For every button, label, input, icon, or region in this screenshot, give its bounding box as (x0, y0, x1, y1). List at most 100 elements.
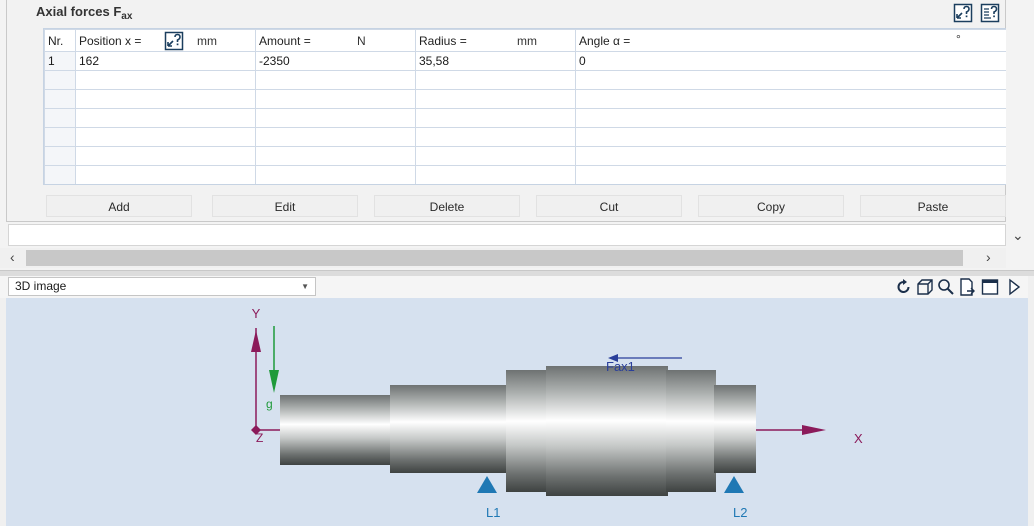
shaft-segment-5[interactable] (666, 370, 716, 492)
empty-cell[interactable] (415, 165, 576, 184)
y-axis-arrow-icon (251, 330, 261, 352)
position-unit: mm (197, 34, 217, 48)
radius-unit: mm (517, 34, 537, 48)
axial-forces-grid: Nr. Position x = mm Amount = N Radius = … (43, 28, 1011, 185)
table-row[interactable] (44, 89, 1010, 109)
cell-angle[interactable]: 0 (575, 51, 1010, 71)
3d-viewport[interactable]: Y X Z g Fax1 L1 L2 (6, 298, 1028, 526)
help-context-icon[interactable] (953, 3, 973, 23)
bearing-triangle-icon (724, 476, 744, 493)
empty-cell (44, 146, 76, 166)
gravity-indicator: g (266, 326, 279, 411)
right-border (1028, 276, 1034, 526)
table-row[interactable] (44, 165, 1010, 184)
shaft-segment-4[interactable] (546, 366, 668, 496)
empty-cell[interactable] (415, 89, 576, 109)
delete-button[interactable]: Delete (374, 195, 520, 217)
table-row[interactable] (44, 70, 1010, 90)
axis-x-label: X (854, 431, 863, 446)
empty-cell[interactable] (255, 70, 416, 90)
paste-button[interactable]: Paste (860, 195, 1006, 217)
angle-unit: ° (956, 32, 961, 46)
blank-input-row (8, 224, 1006, 246)
export-icon[interactable] (958, 278, 976, 296)
view-toolbar: 3D image ▼ (0, 276, 1034, 298)
header-amount[interactable]: Amount = N (255, 29, 416, 52)
scroll-left-icon[interactable]: ‹ (10, 249, 15, 265)
window-icon[interactable] (981, 278, 999, 296)
bearing-l1[interactable]: L1 (477, 476, 500, 520)
empty-cell[interactable] (575, 127, 1010, 147)
empty-cell[interactable] (75, 108, 256, 128)
scroll-right-icon[interactable]: › (986, 249, 991, 265)
amount-unit: N (357, 34, 366, 48)
gravity-label: g (266, 397, 273, 411)
header-angle[interactable]: Angle α = ° (575, 29, 1010, 52)
copy-button[interactable]: Copy (698, 195, 844, 217)
header-radius[interactable]: Radius = mm (415, 29, 576, 52)
edit-button[interactable]: Edit (212, 195, 358, 217)
table-row[interactable]: 1 162 -2350 35,58 0 (44, 51, 1010, 71)
table-row[interactable] (44, 146, 1010, 166)
bearing-l1-label: L1 (486, 505, 500, 520)
bearing-l2-label: L2 (733, 505, 747, 520)
help-info-icon[interactable] (980, 3, 1000, 23)
empty-cell[interactable] (575, 146, 1010, 166)
empty-cell[interactable] (575, 70, 1010, 90)
empty-cell[interactable] (255, 108, 416, 128)
vertical-scrollbar[interactable]: ⌄ (1006, 0, 1034, 248)
empty-cell (44, 108, 76, 128)
empty-cell[interactable] (415, 108, 576, 128)
shaft-segment-3[interactable] (506, 370, 548, 492)
cell-radius[interactable]: 35,58 (415, 51, 576, 71)
shaft-segment-2[interactable] (390, 385, 506, 473)
horizontal-scrollbar[interactable]: ‹ › (0, 248, 1006, 268)
empty-cell[interactable] (75, 165, 256, 184)
empty-cell (44, 70, 76, 90)
gravity-arrow-icon (269, 370, 279, 393)
empty-cell[interactable] (75, 127, 256, 147)
axis-y-label: Y (252, 306, 261, 321)
box-view-icon[interactable] (916, 278, 934, 296)
axial-forces-panel: Axial forces Fax Nr. Position x = mm Amo… (0, 0, 1034, 270)
scrollbar-thumb[interactable] (26, 250, 963, 266)
bearing-triangle-icon (477, 476, 497, 493)
cell-amount[interactable]: -2350 (255, 51, 416, 71)
zoom-icon[interactable] (937, 278, 955, 296)
shaft-segment-1[interactable] (280, 395, 392, 465)
empty-cell[interactable] (415, 146, 576, 166)
empty-cell[interactable] (415, 127, 576, 147)
add-button[interactable]: Add (46, 195, 192, 217)
empty-cell (44, 89, 76, 109)
header-nr: Nr. (44, 29, 76, 52)
rotate-icon[interactable] (895, 278, 913, 296)
empty-cell[interactable] (255, 165, 416, 184)
x-axis-arrow-icon (802, 425, 826, 435)
empty-cell[interactable] (75, 146, 256, 166)
empty-cell[interactable] (415, 70, 576, 90)
view-type-select[interactable]: 3D image ▼ (8, 277, 316, 296)
empty-cell[interactable] (255, 146, 416, 166)
empty-cell (44, 165, 76, 184)
position-help-icon[interactable] (164, 31, 184, 51)
empty-cell[interactable] (255, 89, 416, 109)
empty-cell[interactable] (575, 108, 1010, 128)
force-label: Fax1 (606, 359, 635, 374)
table-row[interactable] (44, 108, 1010, 128)
empty-cell[interactable] (75, 70, 256, 90)
empty-cell[interactable] (575, 89, 1010, 109)
table-row[interactable] (44, 127, 1010, 147)
shaft[interactable] (280, 366, 756, 496)
axis-z-label: Z (256, 431, 263, 445)
scroll-down-icon[interactable]: ⌄ (1012, 227, 1024, 244)
grid-button-bar: Add Edit Delete Cut Copy Paste (43, 195, 1011, 219)
cell-position[interactable]: 162 (75, 51, 256, 71)
shaft-segment-6[interactable] (714, 385, 756, 473)
empty-cell[interactable] (75, 89, 256, 109)
play-icon[interactable] (1005, 278, 1023, 296)
empty-cell[interactable] (255, 127, 416, 147)
cut-button[interactable]: Cut (536, 195, 682, 217)
bearing-l2[interactable]: L2 (724, 476, 747, 520)
header-position[interactable]: Position x = mm (75, 29, 256, 52)
empty-cell[interactable] (575, 165, 1010, 184)
